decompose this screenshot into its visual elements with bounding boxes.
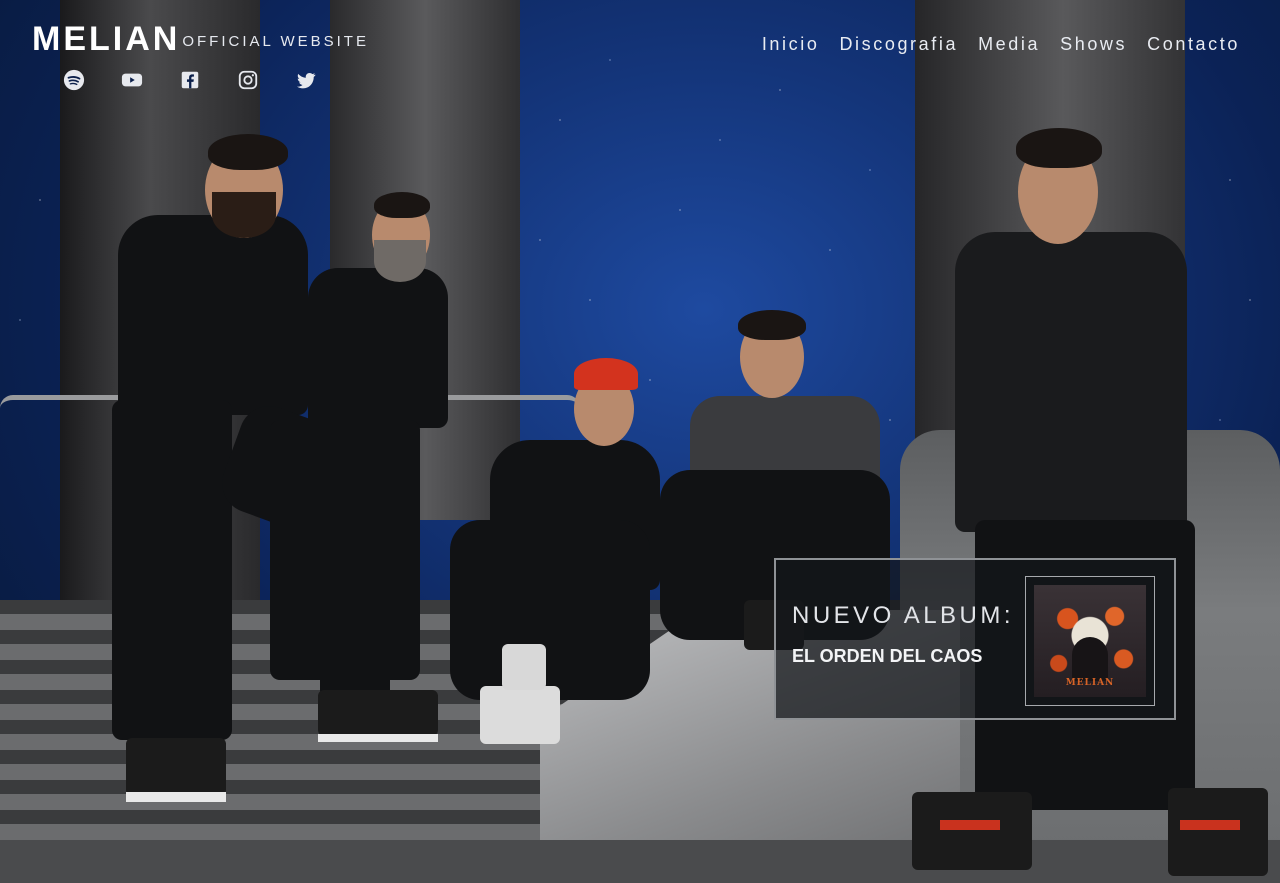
- youtube-icon[interactable]: [120, 68, 144, 92]
- main-nav: Inicio Discografia Media Shows Contacto: [762, 34, 1240, 55]
- nav-item-contacto[interactable]: Contacto: [1147, 34, 1240, 55]
- twitter-icon[interactable]: [294, 68, 318, 92]
- nav-item-media[interactable]: Media: [978, 34, 1040, 55]
- nav-item-discografia[interactable]: Discografia: [839, 34, 958, 55]
- album-cover-logo: MELIAN: [1065, 678, 1115, 688]
- hero-background: [0, 0, 1280, 883]
- spotify-icon[interactable]: [62, 68, 86, 92]
- facebook-icon[interactable]: [178, 68, 202, 92]
- album-kicker: NUEVO ALBUM:: [792, 602, 1015, 629]
- nav-item-inicio[interactable]: Inicio: [762, 34, 820, 55]
- album-cover-figure: [1072, 637, 1108, 681]
- nav-item-shows[interactable]: Shows: [1060, 34, 1127, 55]
- brand-tagline: OFFICIAL WEBSITE: [182, 33, 369, 50]
- brand[interactable]: MELIAN OFFICIAL WEBSITE: [32, 20, 369, 58]
- album-promo-card[interactable]: NUEVO ALBUM: EL ORDEN DEL CAOS MELIAN: [774, 558, 1176, 720]
- brand-logo[interactable]: MELIAN: [32, 20, 180, 58]
- album-cover-frame[interactable]: MELIAN: [1025, 576, 1155, 706]
- instagram-icon[interactable]: [236, 68, 260, 92]
- album-cover-art[interactable]: MELIAN: [1034, 585, 1146, 697]
- ground: [0, 840, 1280, 883]
- social-links: [62, 68, 352, 92]
- album-title[interactable]: EL ORDEN DEL CAOS: [792, 646, 982, 667]
